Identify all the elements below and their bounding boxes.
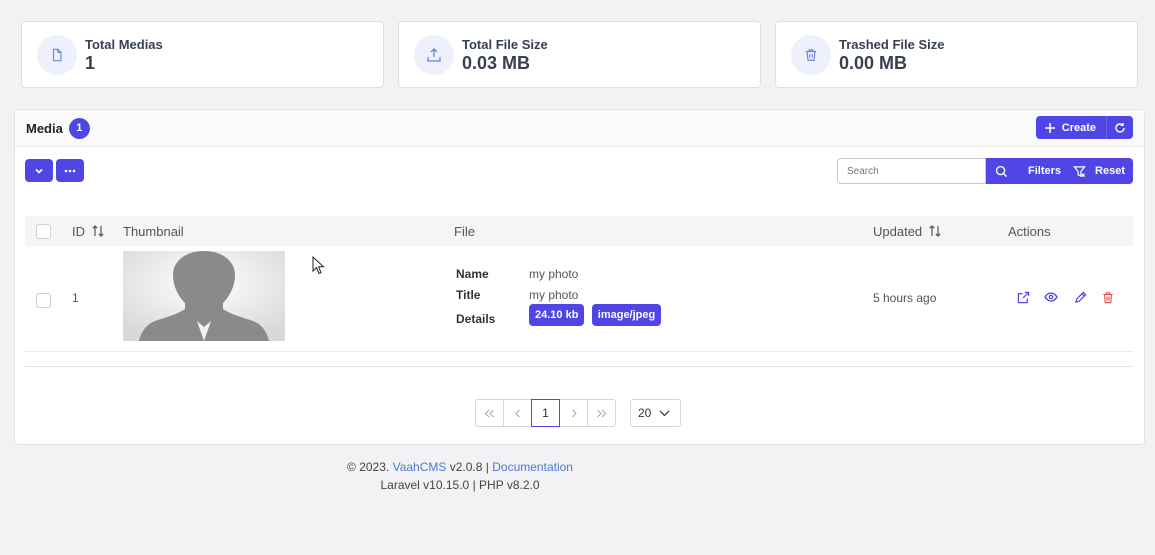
prev-page-button[interactable]: [503, 399, 532, 427]
edit-button[interactable]: [1073, 290, 1087, 304]
trash-icon: [791, 34, 831, 75]
search-button[interactable]: [986, 158, 1016, 184]
title-label: Title: [456, 288, 481, 302]
column-id: ID: [72, 223, 85, 239]
separator: |: [472, 478, 476, 492]
filters-button[interactable]: Filters: [1016, 158, 1069, 184]
laravel-version: Laravel v10.15.0: [380, 478, 470, 492]
plus-icon: [1044, 122, 1055, 133]
upload-icon: [414, 34, 454, 75]
page-title: Media: [26, 120, 63, 136]
file-size-badge: 24.10 kb: [529, 304, 585, 326]
filters-label: Filters: [1028, 165, 1062, 177]
row-id: 1: [72, 291, 79, 305]
panel-header: Media 1 Create: [15, 110, 1144, 147]
more-options-button[interactable]: [56, 159, 84, 182]
pencil-icon: [1074, 291, 1086, 303]
trash-icon: [1103, 291, 1113, 303]
rows-per-page-select[interactable]: 20: [630, 399, 681, 427]
footer-line-1: © 2023. VaahCMS v2.0.8 | Documentation: [0, 460, 920, 474]
search-input[interactable]: [837, 158, 987, 184]
refresh-button[interactable]: [1107, 116, 1133, 139]
details-label: Details: [456, 312, 496, 326]
select-all-checkbox[interactable]: [36, 223, 51, 239]
chevron-down-icon: [35, 168, 43, 174]
first-page-button[interactable]: [475, 399, 504, 427]
version: v2.0.8: [449, 460, 483, 474]
eye-icon: [1044, 292, 1058, 302]
footer-line-2: Laravel v10.15.0 | PHP v8.2.0: [0, 478, 920, 492]
column-actions: Actions: [1008, 223, 1051, 239]
current-page: 1: [542, 406, 549, 420]
chevron-down-icon: [659, 410, 670, 416]
chevron-left-icon: [514, 409, 520, 417]
filter-slash-icon: [1073, 165, 1086, 177]
create-button-group: Create: [1035, 116, 1133, 139]
file-name: my photo: [529, 267, 579, 281]
table-row: 1 Name my photo Title my photo Details 2…: [25, 246, 1133, 352]
rows-per-page-value: 20: [638, 406, 652, 420]
sort-icon: [92, 225, 104, 237]
ellipsis-icon: [64, 169, 76, 172]
table-divider: [25, 366, 1133, 367]
search-icon: [995, 165, 1008, 177]
media-panel: Media 1 Create Filters: [14, 109, 1145, 445]
reset-button[interactable]: Reset: [1069, 158, 1133, 184]
stat-value: 0.03 MB: [462, 52, 531, 73]
bulk-actions-dropdown-button[interactable]: [25, 159, 53, 182]
count-badge: 1: [68, 117, 90, 139]
stat-card-total-file-size: Total File Size 0.03 MB: [398, 21, 761, 88]
file-title: my photo: [529, 288, 579, 302]
column-file: File: [454, 223, 475, 239]
documentation-link[interactable]: Documentation: [492, 460, 573, 474]
create-button[interactable]: Create: [1036, 116, 1107, 139]
updated-time: 5 hours ago: [873, 291, 937, 305]
vaahcms-link[interactable]: VaahCMS: [393, 460, 447, 474]
sort-icon: [929, 225, 941, 237]
next-page-button[interactable]: [559, 399, 588, 427]
view-button[interactable]: [1044, 290, 1058, 304]
media-thumbnail[interactable]: [123, 251, 285, 341]
stat-card-trashed-file-size: Trashed File Size 0.00 MB: [775, 21, 1138, 88]
sort-id-header[interactable]: ID: [72, 224, 105, 239]
stat-card-total-medias: Total Medias 1: [21, 21, 384, 88]
mime-type-badge: image/jpeg: [591, 304, 662, 326]
double-chevron-right-icon: [597, 409, 607, 417]
row-checkbox[interactable]: [36, 293, 51, 308]
stat-value: 0.00 MB: [839, 52, 908, 73]
file-icon: [37, 34, 77, 75]
external-link-icon: [1017, 291, 1029, 303]
delete-button[interactable]: [1101, 290, 1115, 304]
reset-label: Reset: [1095, 165, 1125, 177]
stat-label: Total File Size: [462, 36, 548, 52]
table-header: ID Thumbnail File Updated Actions: [25, 216, 1133, 246]
sort-updated-header[interactable]: Updated: [873, 224, 942, 239]
mouse-cursor-icon: [312, 256, 325, 275]
paginator: 1 20: [475, 399, 681, 427]
php-version: PHP v8.2.0: [479, 478, 540, 492]
open-link-button[interactable]: [1016, 290, 1030, 304]
last-page-button[interactable]: [587, 399, 616, 427]
page-button-current[interactable]: 1: [531, 399, 560, 427]
separator: |: [485, 460, 489, 474]
search-bar: Filters Reset: [837, 158, 1133, 184]
create-label: Create: [1061, 121, 1096, 134]
chevron-right-icon: [571, 409, 577, 417]
column-thumbnail: Thumbnail: [123, 223, 184, 239]
stat-label: Total Medias: [85, 36, 163, 52]
column-updated: Updated: [873, 223, 923, 239]
double-chevron-left-icon: [484, 409, 494, 417]
stat-label: Trashed File Size: [839, 36, 945, 52]
name-label: Name: [456, 267, 489, 281]
person-silhouette-image: [123, 251, 285, 341]
refresh-icon: [1115, 122, 1125, 133]
stat-value: 1: [85, 52, 96, 73]
copyright: © 2023.: [347, 460, 390, 474]
